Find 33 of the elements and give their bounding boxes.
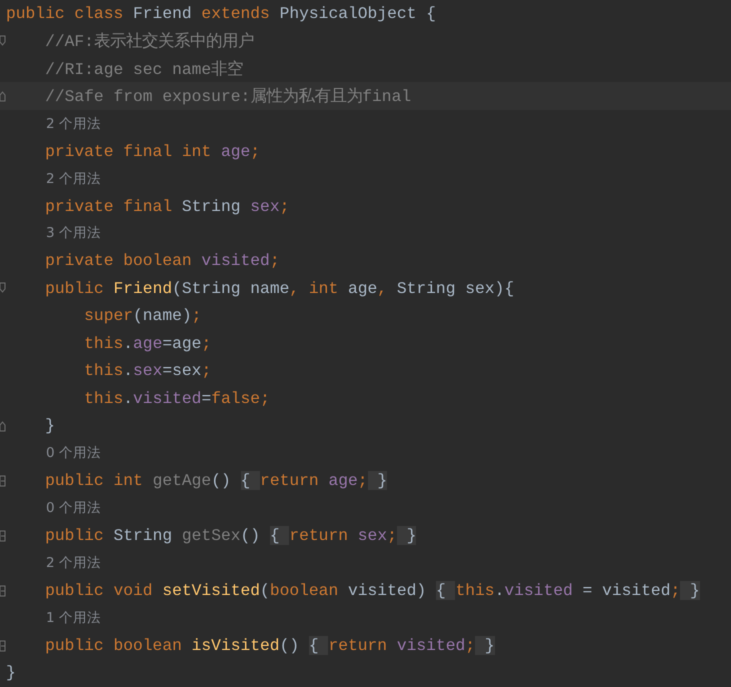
- code-line: private boolean visited;: [44, 251, 280, 270]
- code-line: }: [6, 663, 16, 682]
- fold-icon[interactable]: [0, 282, 6, 294]
- code-line: }: [44, 416, 55, 436]
- fold-icon[interactable]: [0, 474, 6, 487]
- fold-icon[interactable]: [0, 420, 6, 432]
- fold-icon[interactable]: [0, 584, 6, 597]
- fold-icon[interactable]: [0, 640, 6, 652]
- code-line: super(name);: [83, 306, 202, 326]
- code-line: this.sex=sex;: [83, 361, 212, 380]
- usage-hint[interactable]: 2 个用法: [46, 170, 101, 188]
- code-line: //Safe from exposure:属性为私有且为final: [44, 86, 412, 108]
- usage-hint[interactable]: 2 个用法: [46, 114, 101, 133]
- code-line: public void setVisited(boolean visited) { this.visited = visited; }: [44, 581, 700, 600]
- code-line: public String getSex() { return sex; }: [44, 526, 416, 546]
- usage-hint[interactable]: 0 个用法: [46, 499, 101, 518]
- code-line: public class Friend extends PhysicalObject {: [6, 4, 436, 24]
- fold-icon[interactable]: [0, 35, 6, 48]
- code-line: public boolean isVisited() { return visited; }: [44, 636, 495, 656]
- usage-hint[interactable]: 3 个用法: [46, 224, 101, 242]
- code-line: //AF:表示社交关系中的用户: [44, 31, 254, 52]
- usage-hint[interactable]: 0 个用法: [46, 444, 101, 462]
- code-line: private final int age;: [44, 142, 260, 161]
- usage-hint[interactable]: 1 个用法: [46, 609, 101, 628]
- code-line: this.age=age;: [83, 334, 212, 353]
- code-line: //RI:age sec name非空: [44, 58, 244, 80]
- fold-icon[interactable]: [0, 530, 6, 542]
- code-line: this.visited=false;: [83, 388, 270, 408]
- code-line: private final String sex;: [44, 196, 290, 216]
- usage-hint[interactable]: 2 个用法: [46, 554, 101, 572]
- code-line: public int getAge() { return age; }: [44, 471, 388, 490]
- fold-icon[interactable]: [0, 90, 6, 102]
- code-line: public Friend(String name, int age, String sex){: [44, 278, 514, 298]
